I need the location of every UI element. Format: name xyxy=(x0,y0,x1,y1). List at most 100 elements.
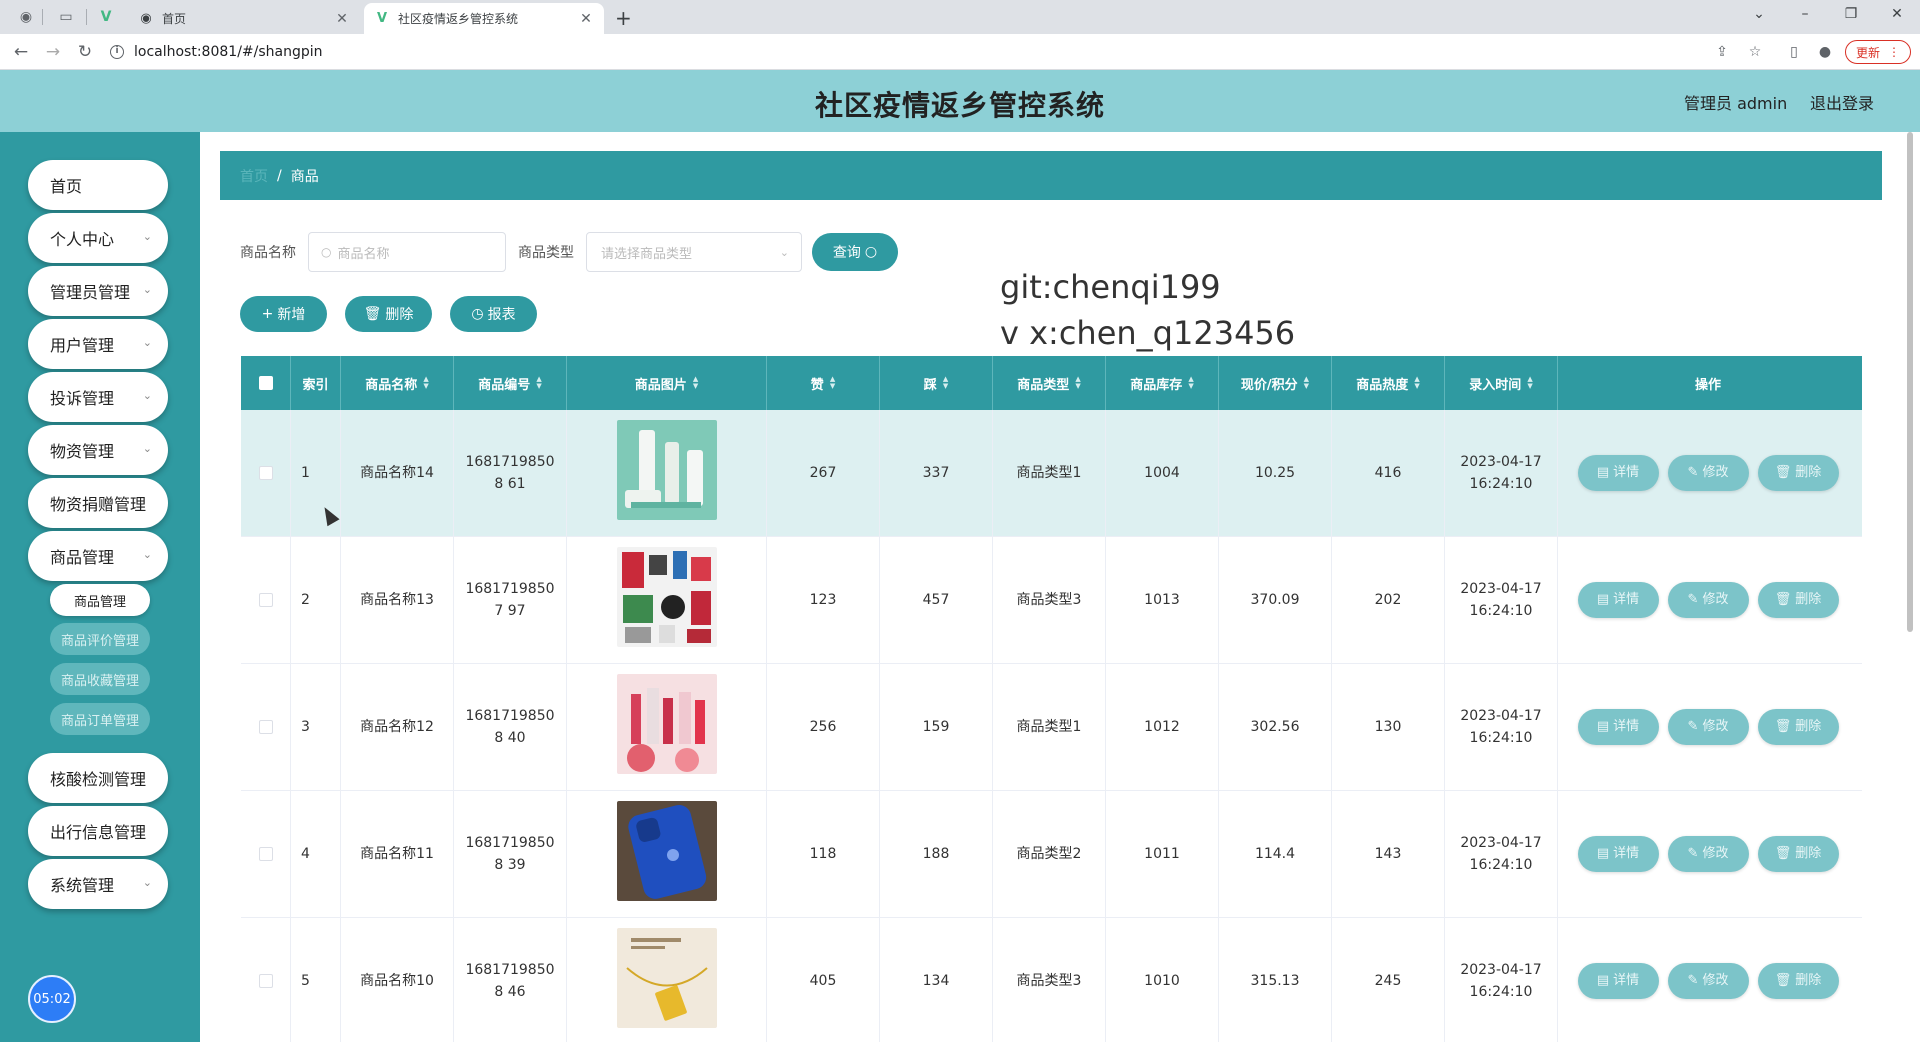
table-row[interactable]: 5 商品名称10 16817198508 46 405 134 商品类型3 1010 315.… xyxy=(241,918,1862,1042)
sidebar-item-donation-management[interactable]: 物资捐赠管理 xyxy=(28,478,168,528)
sidebar-item-product-management[interactable]: 商品管理 ⌄ xyxy=(28,531,168,581)
header-code[interactable]: 商品编号 ▲ ▼ xyxy=(454,356,567,410)
profile-icon[interactable]: ● xyxy=(1815,42,1835,62)
query-button[interactable]: 查询 ○ xyxy=(812,233,898,271)
sidebar-item-home[interactable]: 首页 xyxy=(28,160,168,210)
logout-link[interactable]: 退出登录 xyxy=(1810,90,1874,114)
sort-icon[interactable]: ▲ ▼ xyxy=(943,376,948,390)
product-image[interactable] xyxy=(616,673,717,781)
edit-button[interactable]: ✎ 修改 xyxy=(1667,582,1749,618)
sort-icon[interactable]: ▲ ▼ xyxy=(1414,376,1419,390)
header-time[interactable]: 录入时间 ▲ ▼ xyxy=(1445,356,1558,410)
tab-search-icon[interactable]: ⌄ xyxy=(1744,6,1774,22)
pinned-tab-blank-icon[interactable]: ▭ xyxy=(56,7,76,27)
sort-icon[interactable]: ▲ ▼ xyxy=(1304,376,1309,390)
detail-button[interactable]: ▤ 详情 xyxy=(1577,709,1659,745)
bookmark-star-icon[interactable]: ☆ xyxy=(1745,42,1765,62)
sidebar-item-complaint-management[interactable]: 投诉管理 ⌄ xyxy=(28,372,168,422)
delete-row-button[interactable]: 🗑 删除 xyxy=(1757,963,1839,999)
reload-icon[interactable]: ↻ xyxy=(74,41,96,63)
sidebar-subitem-product-review[interactable]: 商品评价管理 xyxy=(50,623,150,655)
browser-update-button[interactable]: 更新 ⋮ xyxy=(1845,40,1911,64)
edit-button[interactable]: ✎ 修改 xyxy=(1667,963,1749,999)
sort-icon[interactable]: ▲ ▼ xyxy=(693,376,698,390)
table-row[interactable]: 3 商品名称12 16817198508 40 256 159 商品类型1 1012 302.… xyxy=(241,664,1862,791)
vue-tab-icon[interactable]: V xyxy=(96,7,116,27)
sort-icon[interactable]: ▲ ▼ xyxy=(830,376,835,390)
browser-tab-home[interactable]: ◉ 首页 ✕ xyxy=(128,3,360,34)
delete-row-button[interactable]: 🗑 删除 xyxy=(1757,455,1839,491)
edit-button[interactable]: ✎ 修改 xyxy=(1667,709,1749,745)
scrollbar-thumb[interactable] xyxy=(1907,132,1913,632)
header-heat[interactable]: 商品热度 ▲ ▼ xyxy=(1332,356,1445,410)
url-field[interactable]: i localhost:8081/#/shangpin xyxy=(110,39,323,65)
header-dislike[interactable]: 踩 ▲ ▼ xyxy=(880,356,993,410)
detail-button[interactable]: ▤ 详情 xyxy=(1577,582,1659,618)
close-tab-icon[interactable]: ✕ xyxy=(334,11,350,27)
detail-button[interactable]: ▤ 详情 xyxy=(1577,836,1659,872)
add-button[interactable]: + 新增 xyxy=(240,296,327,332)
detail-button[interactable]: ▤ 详情 xyxy=(1577,455,1659,491)
minimize-icon[interactable]: – xyxy=(1790,6,1820,22)
table-row[interactable]: 1 商品名称14 16817198508 61 267 337 商品类型1 1004 10.2… xyxy=(241,410,1862,537)
sort-icon[interactable]: ▲ ▼ xyxy=(1188,376,1193,390)
sidebar-item-nucleic-test[interactable]: 核酸检测管理 xyxy=(28,753,168,803)
row-checkbox[interactable] xyxy=(258,847,273,861)
sidebar-item-supplies-management[interactable]: 物资管理 ⌄ xyxy=(28,425,168,475)
product-image[interactable] xyxy=(616,546,717,654)
close-window-icon[interactable]: ✕ xyxy=(1882,6,1912,22)
row-checkbox[interactable] xyxy=(258,466,273,480)
sort-icon[interactable]: ▲ ▼ xyxy=(536,376,541,390)
edit-button[interactable]: ✎ 修改 xyxy=(1667,455,1749,491)
table-row[interactable]: 4 商品名称11 16817198508 39 118 188 商品类型2 1011 114.… xyxy=(241,791,1862,918)
pinned-tab-icon[interactable]: ◉ xyxy=(16,7,36,27)
delete-row-button[interactable]: 🗑 删除 xyxy=(1757,709,1839,745)
sidebar-item-personal-center[interactable]: 个人中心 ⌄ xyxy=(28,213,168,263)
header-name[interactable]: 商品名称 ▲ ▼ xyxy=(341,356,454,410)
cell-time: 2023-04-17 16:24:10 xyxy=(1445,537,1558,663)
delete-row-button[interactable]: 🗑 删除 xyxy=(1757,582,1839,618)
product-name-input[interactable]: ○ 商品名称 xyxy=(308,232,506,272)
header-stock[interactable]: 商品库存 ▲ ▼ xyxy=(1106,356,1219,410)
breadcrumb-home[interactable]: 首页 xyxy=(240,166,268,186)
sort-icon[interactable]: ▲ ▼ xyxy=(1527,376,1532,390)
report-button[interactable]: ◷ 报表 xyxy=(450,296,537,332)
row-checkbox[interactable] xyxy=(258,720,273,734)
sidebar-item-user-management[interactable]: 用户管理 ⌄ xyxy=(28,319,168,369)
sort-icon[interactable]: ▲ ▼ xyxy=(423,376,428,390)
select-all-checkbox[interactable] xyxy=(258,376,273,390)
sidebar-subitem-product-favorite[interactable]: 商品收藏管理 xyxy=(50,663,150,695)
restore-icon[interactable]: ❐ xyxy=(1836,6,1866,22)
sidebar-item-admin-management[interactable]: 管理员管理 ⌄ xyxy=(28,266,168,316)
browser-tab-system[interactable]: V 社区疫情返乡管控系统 ✕ xyxy=(364,3,604,34)
sidebar-item-travel-info[interactable]: 出行信息管理 xyxy=(28,806,168,856)
share-icon[interactable]: ⇪ xyxy=(1712,42,1732,62)
site-info-icon[interactable]: i xyxy=(110,45,124,59)
timer-badge[interactable]: 05:02 xyxy=(28,975,76,1023)
delete-row-button[interactable]: 🗑 删除 xyxy=(1757,836,1839,872)
delete-button[interactable]: 🗑 删除 xyxy=(345,296,432,332)
product-image[interactable] xyxy=(616,800,717,908)
side-panel-icon[interactable]: ▯ xyxy=(1784,42,1804,62)
detail-button[interactable]: ▤ 详情 xyxy=(1577,963,1659,999)
product-image[interactable] xyxy=(616,419,717,527)
close-tab-icon[interactable]: ✕ xyxy=(578,11,594,27)
header-like[interactable]: 赞 ▲ ▼ xyxy=(767,356,880,410)
header-image[interactable]: 商品图片 ▲ ▼ xyxy=(567,356,767,410)
table-row[interactable]: 2 商品名称13 16817198507 97 123 457 商品类型3 1013 370.… xyxy=(241,537,1862,664)
product-type-select[interactable]: 请选择商品类型 ⌄ xyxy=(586,232,802,272)
sidebar-subitem-product-order[interactable]: 商品订单管理 xyxy=(50,703,150,735)
forward-icon[interactable]: → xyxy=(42,41,64,63)
sidebar-item-system-management[interactable]: 系统管理 ⌄ xyxy=(28,859,168,909)
row-checkbox[interactable] xyxy=(258,593,273,607)
product-image[interactable] xyxy=(616,927,717,1035)
header-price[interactable]: 现价/积分 ▲ ▼ xyxy=(1219,356,1332,410)
sidebar-subitem-product[interactable]: 商品管理 xyxy=(50,584,150,616)
sort-icon[interactable]: ▲ ▼ xyxy=(1075,376,1080,390)
row-checkbox[interactable] xyxy=(258,974,273,988)
page-scrollbar[interactable] xyxy=(1905,132,1915,1042)
header-type[interactable]: 商品类型 ▲ ▼ xyxy=(993,356,1106,410)
new-tab-icon[interactable]: + xyxy=(615,6,632,30)
back-icon[interactable]: ← xyxy=(10,41,32,63)
edit-button[interactable]: ✎ 修改 xyxy=(1667,836,1749,872)
